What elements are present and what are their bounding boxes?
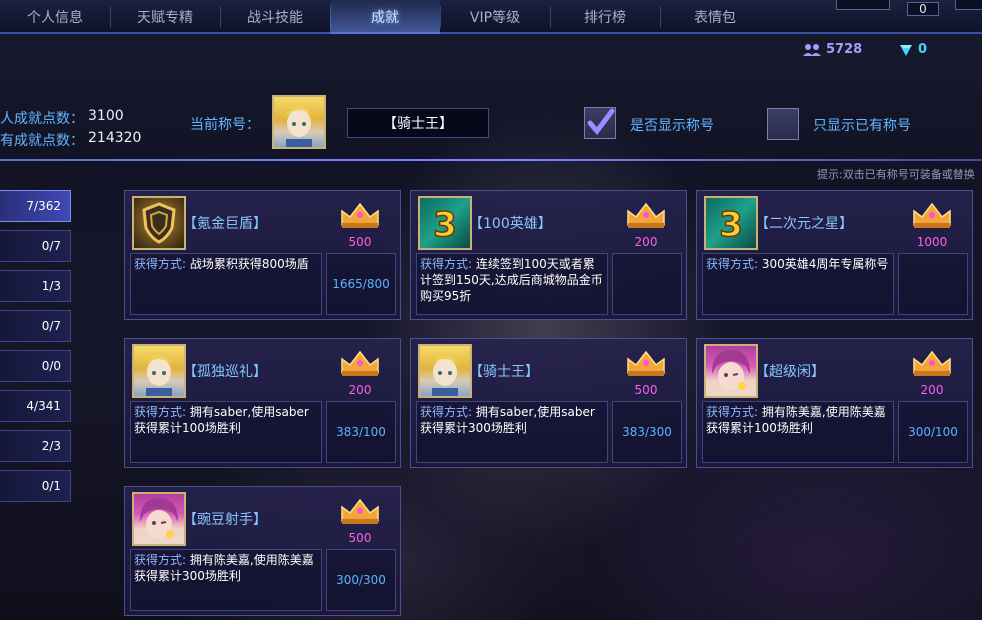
crown-icon (913, 202, 951, 228)
svg-text:3: 3 (433, 205, 457, 245)
personal-points-value: 3100 (88, 108, 124, 124)
crown-icon (341, 498, 379, 524)
personal-points-label: 人成就点数： (0, 111, 84, 127)
method-text: 300英雄4周年专属称号 (761, 257, 889, 271)
method-label: 获得方式: (134, 553, 187, 567)
tab-vip-level[interactable]: VIP等级 (440, 0, 550, 34)
total-points-label: 有成就点数： (0, 133, 84, 149)
show-title-label: 是否显示称号 (630, 118, 714, 134)
crown-icon (341, 202, 379, 228)
method-label: 获得方式: (134, 405, 187, 419)
method-label: 获得方式: (420, 257, 473, 271)
diamond-count: 0 (918, 42, 928, 57)
category-item[interactable]: 1/3 (0, 270, 71, 302)
achievement-name: 【100英雄】 (469, 216, 552, 232)
achievement-progress: 300/100 (898, 401, 968, 463)
method-label: 获得方式: (420, 405, 473, 419)
show-title-checkbox[interactable] (584, 107, 616, 139)
achievement-points: 200 (920, 383, 944, 397)
achievement-name: 【骑士王】 (469, 364, 539, 380)
tab-talent[interactable]: 天赋专精 (110, 0, 220, 34)
category-item[interactable]: 0/7 (0, 310, 71, 342)
achievement-name: 【氪金巨盾】 (183, 216, 267, 232)
achievement-method: 获得方式: 拥有saber,使用saber获得累计300场胜利 (416, 401, 608, 463)
current-title-value: 【骑士王】 (347, 108, 489, 138)
top-slot-button[interactable] (836, 0, 890, 10)
girl-avatar-icon (132, 492, 186, 546)
crown-icon (627, 202, 665, 228)
diamond-icon (900, 44, 912, 56)
achievement-card[interactable]: 3 【二次元之星】 1000 获得方式: 300英雄4周年专属称号 (696, 190, 973, 320)
tab-achievements[interactable]: 成就 (330, 0, 440, 34)
method-label: 获得方式: (706, 257, 759, 271)
achievement-name: 【豌豆射手】 (183, 512, 267, 528)
tab-bar: 个人信息 天赋专精 战斗技能 成就 VIP等级 排行榜 表情包 (0, 0, 982, 34)
achievement-points: 500 (634, 383, 658, 397)
achievement-name: 【二次元之星】 (755, 216, 853, 232)
achievement-points: 200 (634, 235, 658, 249)
svg-text:3: 3 (719, 205, 743, 245)
saber-avatar-icon (132, 344, 186, 398)
current-title-label: 当前称号： (190, 117, 260, 133)
category-item[interactable]: 0/7 (0, 230, 71, 262)
achievement-progress (612, 253, 682, 315)
top-counter: 0 (907, 2, 939, 16)
achievement-method: 获得方式: 拥有saber,使用saber获得累计100场胜利 (130, 401, 322, 463)
method-label: 获得方式: (134, 257, 187, 271)
achievement-points: 500 (348, 235, 372, 249)
saber-avatar-icon (272, 95, 326, 149)
saber-avatar-icon (418, 344, 472, 398)
achievement-method: 获得方式: 300英雄4周年专属称号 (702, 253, 894, 315)
achievement-card[interactable]: 【氪金巨盾】 500 获得方式: 战场累积获得800场盾 1665/800 (124, 190, 401, 320)
category-item[interactable]: 0/1 (0, 470, 71, 502)
achievement-progress: 1665/800 (326, 253, 396, 315)
achievement-card[interactable]: 【骑士王】 500 获得方式: 拥有saber,使用saber获得累计300场胜… (410, 338, 687, 468)
achievement-progress: 383/300 (612, 401, 682, 463)
hint-text: 提示:双击已有称号可装备或替换 (817, 168, 975, 181)
achievement-points: 200 (348, 383, 372, 397)
achievement-progress: 300/300 (326, 549, 396, 611)
friends-count: 5728 (826, 42, 863, 57)
three-icon: 3 (704, 196, 758, 250)
achievement-progress: 383/100 (326, 401, 396, 463)
shield-icon (132, 196, 186, 250)
method-label: 获得方式: (706, 405, 759, 419)
header-divider (0, 159, 982, 161)
achievement-card[interactable]: 3 【100英雄】 200 获得方式: 连续签到100天或者累计签到150天,达… (410, 190, 687, 320)
achievement-points: 1000 (916, 235, 948, 249)
method-text: 战场累积获得800场盾 (189, 257, 309, 271)
achievement-card[interactable]: 【孤独巡礼】 200 获得方式: 拥有saber,使用saber获得累计100场… (124, 338, 401, 468)
diamond-currency: 0 (898, 42, 927, 57)
checkmark-icon (587, 108, 615, 135)
three-icon: 3 (418, 196, 472, 250)
achievement-method: 获得方式: 拥有陈美嘉,使用陈美嘉获得累计300场胜利 (130, 549, 322, 611)
tab-leaderboard[interactable]: 排行榜 (550, 0, 660, 34)
achievement-name: 【超级闲】 (755, 364, 825, 380)
crown-icon (913, 350, 951, 376)
achievement-card[interactable]: 【超级闲】 200 获得方式: 拥有陈美嘉,使用陈美嘉获得累计100场胜利 30… (696, 338, 973, 468)
category-item[interactable]: 2/3 (0, 430, 71, 462)
girl-avatar-icon (704, 344, 758, 398)
tab-emoji-pack[interactable]: 表情包 (660, 0, 770, 34)
achievement-name: 【孤独巡礼】 (183, 364, 267, 380)
achievement-points: 500 (348, 531, 372, 545)
tab-combat-skills[interactable]: 战斗技能 (220, 0, 330, 34)
only-owned-label: 只显示已有称号 (813, 118, 911, 134)
category-item[interactable]: 0/0 (0, 350, 71, 382)
category-item[interactable]: 7/362 (0, 190, 71, 222)
achievement-method: 获得方式: 拥有陈美嘉,使用陈美嘉获得累计100场胜利 (702, 401, 894, 463)
achievement-card[interactable]: 【豌豆射手】 500 获得方式: 拥有陈美嘉,使用陈美嘉获得累计300场胜利 3… (124, 486, 401, 616)
crown-icon (627, 350, 665, 376)
friends-currency: 5728 (802, 42, 862, 57)
only-owned-checkbox[interactable] (767, 108, 799, 140)
achievement-method: 获得方式: 战场累积获得800场盾 (130, 253, 322, 315)
achievement-method: 获得方式: 连续签到100天或者累计签到150天,达成后商城物品金币购买95折 (416, 253, 608, 315)
top-slot-button[interactable] (955, 0, 982, 10)
tab-personal-info[interactable]: 个人信息 (0, 0, 110, 34)
people-icon (803, 43, 821, 56)
crown-icon (341, 350, 379, 376)
category-item[interactable]: 4/341 (0, 390, 71, 422)
total-points-value: 214320 (88, 130, 142, 146)
achievement-progress (898, 253, 968, 315)
